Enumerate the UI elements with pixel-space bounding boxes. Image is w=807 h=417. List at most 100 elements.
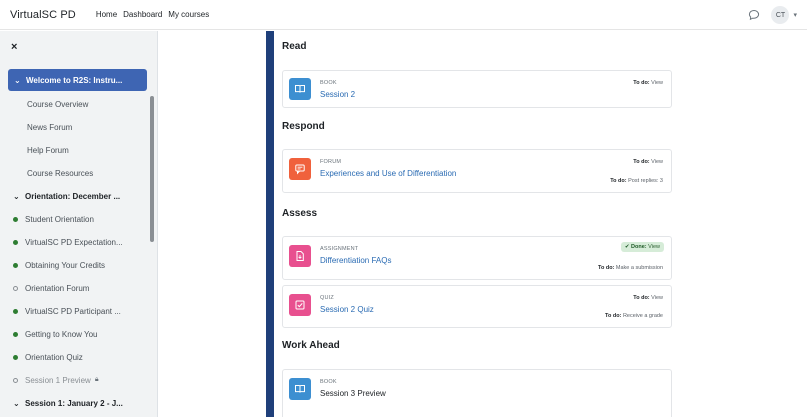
site-brand[interactable]: VirtualSC PD: [10, 9, 76, 21]
drawer-section-welcome[interactable]: ⌄ Welcome to R2S: Instru...: [8, 69, 147, 91]
section-title-work-ahead: Work Ahead: [282, 340, 340, 351]
drawer-item-news-forum[interactable]: News Forum: [0, 116, 72, 138]
drawer-item-label: Session 1 Preview: [25, 375, 91, 385]
activity-type-label: QUIZ: [320, 295, 334, 301]
drawer-scrollbar[interactable]: [150, 96, 154, 242]
todo-status: To do: View: [633, 80, 663, 86]
close-drawer-icon[interactable]: ×: [11, 41, 17, 53]
activity-card-forum[interactable]: FORUM Experiences and Use of Differentia…: [282, 149, 672, 193]
todo-label: To do:: [633, 295, 650, 301]
drawer-item-obtaining-credits[interactable]: Obtaining Your Credits: [0, 254, 105, 276]
todo-label: To do:: [633, 80, 650, 86]
completion-dot-icon: [13, 354, 18, 360]
drawer-item-course-overview[interactable]: Course Overview: [0, 93, 88, 115]
activity-link-session-2-quiz[interactable]: Session 2 Quiz: [320, 305, 374, 314]
drawer-item-course-resources[interactable]: Course Resources: [0, 162, 93, 184]
section-title-assess: Assess: [282, 208, 318, 219]
drawer-item-label: Course Overview: [27, 99, 89, 109]
activity-link-session-2[interactable]: Session 2: [320, 90, 355, 99]
todo-label: To do:: [633, 159, 650, 165]
activity-type-label: FORUM: [320, 159, 342, 165]
todo-status: To do: View: [633, 295, 663, 301]
activity-link-experiences[interactable]: Experiences and Use of Differentiation: [320, 169, 456, 178]
forum-icon: [289, 158, 311, 180]
drawer-item-label: Orientation Forum: [25, 283, 90, 293]
drawer-item-label: Orientation Quiz: [25, 352, 83, 362]
nav-dashboard-link[interactable]: Dashboard: [123, 10, 162, 19]
todo-value: View: [651, 159, 663, 165]
drawer-item-session1-preview[interactable]: Session 1 Preview 🔒︎: [0, 369, 99, 391]
activity-type-label: BOOK: [320, 80, 337, 86]
drawer-section-session1[interactable]: ⌄ Session 1: January 2 - J...: [0, 392, 123, 414]
completion-dot-icon: [13, 216, 18, 222]
activity-link-session-3-preview[interactable]: Session 3 Preview: [320, 389, 386, 398]
drawer-item-label: News Forum: [27, 122, 73, 132]
drawer-item-label: VirtualSC PD Expectation...: [25, 237, 123, 247]
todo-label: To do:: [610, 178, 627, 184]
drawer-item-student-orientation[interactable]: Student Orientation: [0, 208, 94, 230]
course-index-drawer: × ⌄ Welcome to R2S: Instru... Course Ove…: [0, 31, 158, 417]
drawer-item-expectations[interactable]: VirtualSC PD Expectation...: [0, 231, 123, 253]
drawer-item-orientation-forum[interactable]: Orientation Forum: [0, 277, 89, 299]
section-title-read: Read: [282, 41, 307, 52]
drawer-item-label: Obtaining Your Credits: [25, 260, 106, 270]
todo-value: View: [651, 295, 663, 301]
section-highlight-bar: [266, 31, 274, 417]
activity-card-book[interactable]: BOOK Session 3 Preview: [282, 369, 672, 417]
todo-status: To do: Receive a grade: [605, 313, 663, 319]
todo-status: To do: Make a submission: [598, 265, 663, 271]
section-title-respond: Respond: [282, 121, 325, 132]
chevron-down-icon[interactable]: ▾: [793, 11, 797, 19]
completion-dot-icon: [13, 331, 18, 337]
incomplete-circle-icon: [13, 285, 18, 291]
user-menu-area: CT ▾: [747, 0, 797, 30]
todo-value: Post replies: 3: [628, 178, 663, 184]
activity-link-differentiation-faqs[interactable]: Differentiation FAQs: [320, 256, 391, 265]
nav-home-link[interactable]: Home: [96, 10, 117, 19]
chevron-down-icon[interactable]: ⌄: [13, 399, 22, 408]
drawer-item-help-forum[interactable]: Help Forum: [0, 139, 69, 161]
drawer-section-label: Orientation: December ...: [25, 191, 121, 201]
todo-label: To do:: [598, 265, 615, 271]
todo-status: To do: View: [633, 159, 663, 165]
drawer-item-getting-to-know-you[interactable]: Getting to Know You: [0, 323, 98, 345]
activity-card-quiz[interactable]: QUIZ Session 2 Quiz To do: View To do: R…: [282, 285, 672, 328]
todo-value: Make a submission: [615, 265, 663, 271]
completion-dot-icon: [13, 239, 18, 245]
chevron-down-icon[interactable]: ⌄: [14, 76, 23, 85]
book-icon: [289, 78, 311, 100]
todo-value: Receive a grade: [622, 313, 663, 319]
drawer-item-label: Help Forum: [27, 145, 69, 155]
lock-icon: 🔒︎: [94, 376, 99, 383]
quiz-icon: [289, 294, 311, 316]
activity-card-book[interactable]: BOOK Session 2 To do: View: [282, 70, 672, 108]
book-icon: [289, 378, 311, 400]
top-navbar: VirtualSC PD Home Dashboard My courses C…: [0, 0, 807, 30]
done-value: View: [648, 244, 660, 250]
drawer-section-orientation[interactable]: ⌄ Orientation: December ...: [0, 185, 120, 207]
todo-status: To do: Post replies: 3: [610, 178, 663, 184]
completion-dot-icon: [13, 262, 18, 268]
activity-card-assignment[interactable]: ASSIGNMENT Differentiation FAQs ✔ Done: …: [282, 236, 672, 280]
drawer-item-orientation-quiz[interactable]: Orientation Quiz: [0, 346, 83, 368]
nav-my-courses-link[interactable]: My courses: [168, 10, 209, 19]
user-avatar[interactable]: CT: [771, 6, 790, 24]
drawer-section-label: Welcome to R2S: Instru...: [26, 75, 123, 85]
primary-navigation: Home Dashboard My courses: [96, 10, 215, 19]
drawer-item-label: Getting to Know You: [25, 329, 98, 339]
assignment-icon: [289, 245, 311, 267]
activity-type-label: BOOK: [320, 379, 337, 385]
drawer-item-label: Course Resources: [27, 168, 94, 178]
drawer-item-label: VirtualSC PD Participant ...: [25, 306, 121, 316]
drawer-section-label: Session 1: January 2 - J...: [25, 398, 123, 408]
drawer-item-participant[interactable]: VirtualSC PD Participant ...: [0, 300, 121, 322]
chevron-down-icon[interactable]: ⌄: [13, 192, 22, 201]
completion-dot-icon: [13, 308, 18, 314]
incomplete-circle-icon: [13, 377, 18, 383]
messages-icon[interactable]: [747, 8, 761, 22]
done-status-badge: ✔ Done: View: [620, 242, 664, 252]
done-label: Done:: [631, 244, 647, 250]
activity-type-label: ASSIGNMENT: [320, 246, 359, 252]
todo-value: View: [651, 80, 663, 86]
todo-label: To do:: [605, 313, 622, 319]
